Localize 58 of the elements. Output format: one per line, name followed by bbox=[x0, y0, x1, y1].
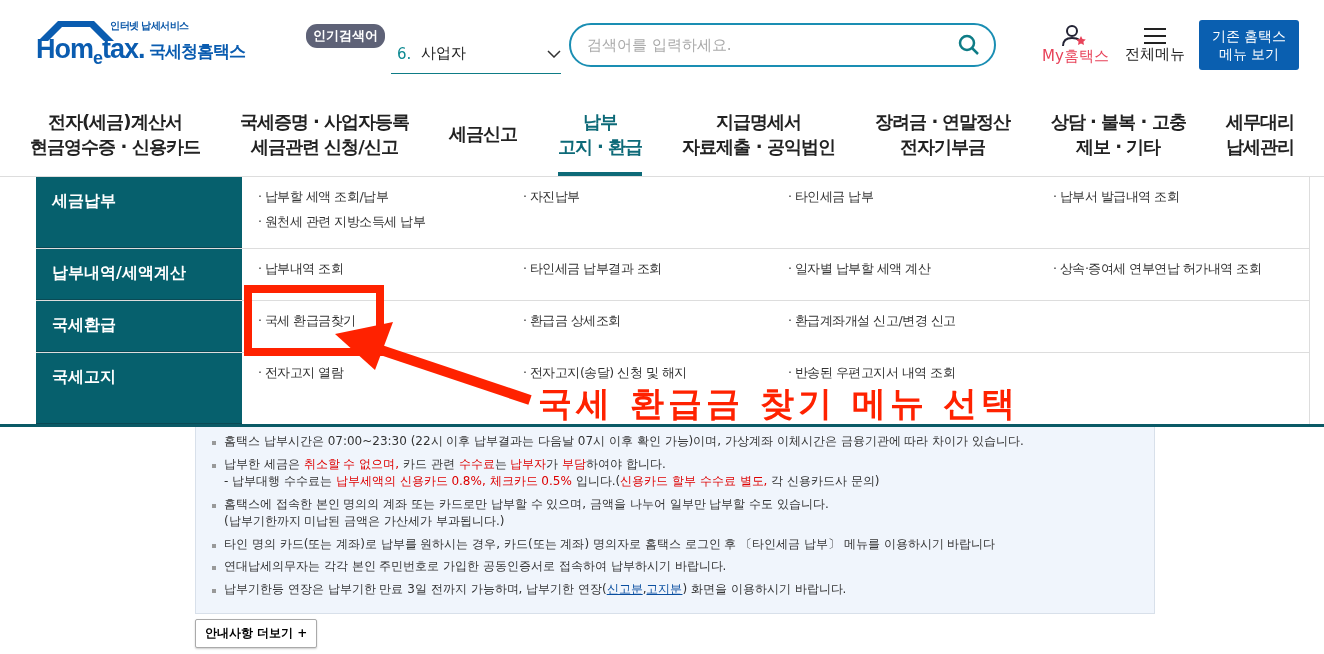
submenu-link[interactable]: · 일자별 납부할 세액 계산 bbox=[788, 261, 1053, 278]
submenu-link[interactable]: · 환급계좌개설 신고/변경 신고 bbox=[788, 313, 1053, 330]
submenu-link[interactable]: · 반송된 우편고지서 내역 조회 bbox=[788, 365, 1053, 382]
nav-tab[interactable]: 국세증명 · 사업자등록 세금관련 신청/신고 bbox=[239, 90, 410, 176]
nav-tab[interactable]: 장려금 · 연말정산 전자기부금 bbox=[875, 90, 1011, 176]
menu-icon bbox=[1143, 26, 1166, 45]
notice-text: 홈택스 납부시간은 07:00~23:30 (22시 이후 납부결과는 다음날 07시 이후 확인 가능)이며, 가상계좌 이체시간은 금융기관에 따라 차이가 있습니다. bbox=[224, 433, 1024, 450]
my-hometax-button[interactable]: My홈택스 bbox=[1042, 24, 1109, 66]
nav-tab[interactable]: 세무대리 납세관리 bbox=[1225, 90, 1294, 176]
bullet-icon bbox=[212, 441, 216, 445]
bullet-icon bbox=[212, 566, 216, 570]
notice-text: (납부기한까지 미납된 금액은 가산세가 부과됩니다.) bbox=[224, 513, 506, 530]
bullet-icon bbox=[212, 503, 216, 508]
chevron-down-icon bbox=[547, 49, 561, 58]
submenu-link[interactable]: · 국세 환급금찾기 bbox=[258, 313, 523, 330]
submenu-category[interactable]: 국세고지 bbox=[36, 353, 242, 424]
submenu-link[interactable]: · 전자고지(송달) 신청 및 해지 bbox=[523, 365, 788, 382]
submenu-link[interactable]: · 납부할 세액 조회/납부 bbox=[258, 189, 523, 206]
submenu-link[interactable]: · 자진납부 bbox=[523, 189, 788, 206]
bullet-icon bbox=[212, 543, 216, 548]
notice-text: 납부한 세금은 취소할 수 없으며, 카드 관련 수수료는 납부자가 부담하여야 합니다. bbox=[224, 455, 667, 473]
submenu-link[interactable]: · 환급금 상세조회 bbox=[523, 313, 788, 330]
notice-text: 타인 명의 카드(또는 계좌)로 납부를 원하시는 경우, 카드(또는 계좌) 명의자로 홈택스 로그인 후 〔타인세금 납부〕 메뉴를 이용하시기 바랍니다 bbox=[224, 535, 996, 553]
submenu-link[interactable]: · 타인세금 납부결과 조회 bbox=[523, 261, 788, 278]
submenu-link[interactable]: · 납부내역 조회 bbox=[258, 261, 523, 278]
submenu-link[interactable]: · 납부서 발급내역 조회 bbox=[1053, 189, 1318, 206]
submenu-category[interactable]: 세금납부 bbox=[36, 177, 242, 248]
legacy-menu-button[interactable]: 기존 홈택스 메뉴 보기 bbox=[1198, 20, 1299, 70]
user-star-icon bbox=[1062, 24, 1089, 47]
bullet-icon bbox=[212, 588, 216, 593]
submenu-link[interactable]: · 전자고지 열람 bbox=[258, 365, 523, 382]
logo-wordmark: Hom$_{e}$tax. bbox=[36, 35, 145, 70]
bullet-icon bbox=[212, 463, 216, 468]
notice-text: 홈택스에 접속한 본인 명의의 계좌 또는 카드로만 납부할 수 있으며, 금액을 나누어 일부만 납부할 수도 있습니다. bbox=[224, 495, 829, 513]
notice-text: - 납부대행 수수료는 납부세액의 신용카드 0.8%, 체크카드 0.5% 입니다.(신용카드 할부 수수료 별도, 각 신용카드사 문의) bbox=[224, 473, 880, 490]
nav-tab[interactable]: 납부 고지 · 환급 bbox=[557, 90, 643, 176]
submenu-link[interactable]: · 원천세 관련 지방소득세 납부 bbox=[258, 214, 523, 231]
all-menu-button[interactable]: 전체메뉴 bbox=[1124, 26, 1185, 64]
popular-search-badge: 인기검색어 bbox=[306, 24, 385, 48]
popular-search-dropdown[interactable]: 6. 사업자 bbox=[391, 34, 561, 74]
submenu-category[interactable]: 국세환급 bbox=[36, 301, 242, 352]
notice-link[interactable]: 고지분 bbox=[646, 581, 683, 596]
more-notices-button[interactable]: 안내사항 더보기 + bbox=[195, 619, 318, 648]
logo-name: 국세청홈택스 bbox=[148, 40, 245, 63]
notice-text: 연대납세의무자는 각각 본인 주민번호로 가입한 공동인증서로 접속하여 납부하시기 바랍니다. bbox=[224, 558, 727, 575]
search-icon[interactable] bbox=[958, 34, 980, 56]
nav-tab[interactable]: 세금신고 bbox=[449, 90, 518, 176]
nav-tab[interactable]: 지급명세서 자료제출 · 공익법인 bbox=[682, 90, 835, 176]
notice-text: 납부기한등 연장은 납부기한 만료 3일 전까지 가능하며, 납부기한 연장(신고분,고지분) 화면을 이용하시기 바랍니다. bbox=[224, 580, 847, 598]
submenu-category[interactable]: 납부내역/세액계산 bbox=[36, 249, 242, 300]
submenu-link[interactable]: · 상속·증여세 연부연납 허가내역 조회 bbox=[1053, 261, 1318, 278]
nav-tab[interactable]: 상담 · 불복 · 고충 제보 · 기타 bbox=[1050, 90, 1186, 176]
search-field[interactable]: 검색어를 입력하세요. bbox=[569, 23, 996, 67]
annotation-text: 국세 환급금 찾기 메뉴 선택 bbox=[538, 384, 1020, 422]
nav-tab[interactable]: 전자(세금)계산서 현금영수증 · 신용카드 bbox=[30, 90, 200, 176]
notice-link[interactable]: 신고분 bbox=[606, 581, 643, 596]
submenu-link[interactable]: · 타인세금 납부 bbox=[788, 189, 1053, 206]
logo-tagline: 인터넷 납세서비스 bbox=[110, 19, 189, 33]
